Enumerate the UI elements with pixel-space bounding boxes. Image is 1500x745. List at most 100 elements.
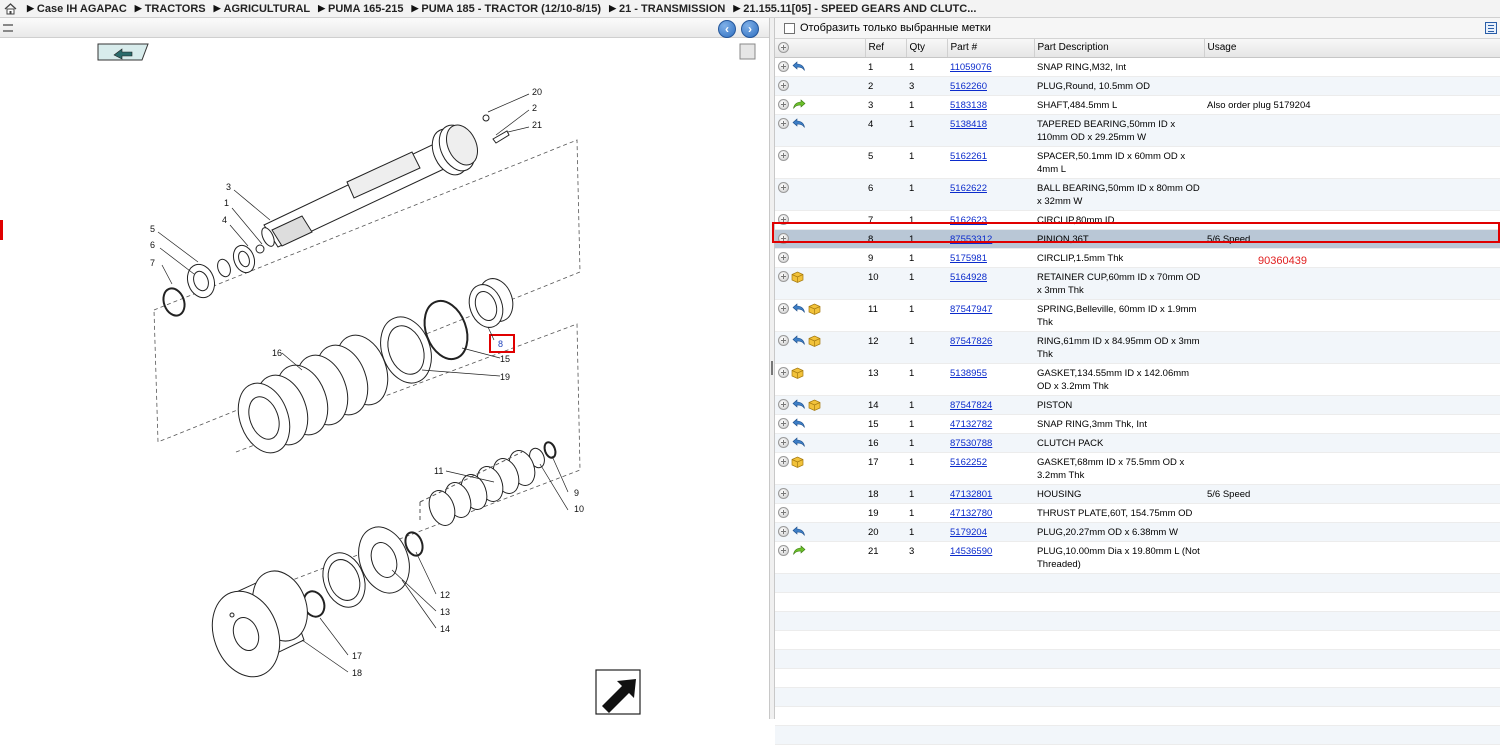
add-to-cart-icon[interactable] [778,182,789,194]
part-number-link[interactable]: 5179204 [950,527,987,538]
previous-page-button[interactable]: ‹ [718,20,736,38]
breadcrumb-item-section[interactable]: ▶ 21 - TRANSMISSION [609,3,725,15]
part-number-link[interactable]: 47132782 [950,419,992,430]
expand-all-icon[interactable] [778,42,789,54]
add-to-cart-icon[interactable] [778,214,789,226]
add-to-cart-icon[interactable] [778,437,789,449]
part-number-link[interactable]: 87547824 [950,400,992,411]
package-icon[interactable] [808,335,821,347]
breadcrumb-item-page[interactable]: ▶ 21.155.11[05] - SPEED GEARS AND CLUTC..… [733,3,976,15]
table-row[interactable]: 10 1 5164928 RETAINER CUP,60mm ID x 70mm OD… [775,267,1500,300]
list-view-icon[interactable] [1485,22,1497,34]
diagram-nav-tile-icon[interactable] [97,43,149,61]
table-row[interactable]: 8 1 87553312 PINION,36T 5/6 Speed [775,229,1500,249]
add-to-cart-icon[interactable] [778,118,789,130]
add-to-cart-icon[interactable] [778,303,789,315]
table-row[interactable]: 21 3 14536590 PLUG,10.00mm Dia x 19.80mm L … [775,541,1500,574]
undo-icon[interactable] [792,437,806,448]
splitter-grip-icon[interactable] [771,361,773,375]
package-icon[interactable] [791,271,804,283]
table-row[interactable]: 16 1 87530788 CLUTCH PACK [775,433,1500,453]
part-number-link[interactable]: 5162623 [950,215,987,226]
add-to-cart-icon[interactable] [778,150,789,162]
toolbar-grip-icon[interactable] [3,24,13,32]
part-number-link[interactable]: 5162252 [950,457,987,468]
add-to-cart-icon[interactable] [778,488,789,500]
part-number-link[interactable]: 5138418 [950,119,987,130]
table-row[interactable]: 2 3 5162260 PLUG,Round, 10.5mm OD [775,76,1500,96]
undo-icon[interactable] [792,335,806,346]
part-number-link[interactable]: 11059076 [950,62,992,73]
header-usage[interactable]: Usage [1204,39,1500,58]
breadcrumb-item-model[interactable]: ▶ PUMA 185 - TRACTOR (12/10-8/15) [411,3,601,15]
breadcrumb-item-tractors[interactable]: ▶ TRACTORS [135,3,206,15]
part-number-link[interactable]: 14536590 [950,546,992,557]
package-icon[interactable] [791,456,804,468]
undo-icon[interactable] [792,118,806,129]
header-part-number[interactable]: Part # [947,39,1035,58]
part-number-link[interactable]: 5162622 [950,183,987,194]
table-row[interactable]: 19 1 47132780 THRUST PLATE,60T, 154.75mm OD [775,503,1500,523]
breadcrumb-item-series[interactable]: ▶ PUMA 165-215 [318,3,403,15]
part-number-link[interactable]: 87547826 [950,336,992,347]
part-number-link[interactable]: 5175981 [950,253,987,264]
package-icon[interactable] [808,303,821,315]
add-to-cart-icon[interactable] [778,80,789,92]
table-row[interactable]: 3 1 5183138 SHAFT,484.5mm L Also order plug … [775,95,1500,115]
package-icon[interactable] [808,399,821,411]
table-row[interactable]: 13 1 5138955 GASKET,134.55mm ID x 142.06mm … [775,363,1500,396]
breadcrumb-item-brand[interactable]: ▶ Case IH AGAPAC [27,3,127,15]
undo-icon[interactable] [792,526,806,537]
add-to-cart-icon[interactable] [778,545,789,557]
undo-icon[interactable] [792,399,806,410]
package-icon[interactable] [791,367,804,379]
part-number-link[interactable]: 5164928 [950,272,987,283]
breadcrumb-item-agricultural[interactable]: ▶ AGRICULTURAL [214,3,310,15]
add-to-cart-icon[interactable] [778,418,789,430]
add-to-cart-icon[interactable] [778,456,789,468]
table-row[interactable]: 1 1 11059076 SNAP RING,M32, Int [775,57,1500,77]
part-number-link[interactable]: 87547947 [950,304,992,315]
table-row[interactable]: 6 1 5162622 BALL BEARING,50mm ID x 80mm OD … [775,178,1500,211]
table-row[interactable]: 17 1 5162252 GASKET,68mm ID x 75.5mm OD x 3… [775,452,1500,485]
table-row[interactable]: 9 1 5175981 CIRCLIP,1.5mm Thk [775,248,1500,268]
table-row[interactable]: 4 1 5138418 TAPERED BEARING,50mm ID x 110mm… [775,114,1500,147]
undo-icon[interactable] [792,418,806,429]
table-row[interactable]: 20 1 5179204 PLUG,20.27mm OD x 6.38mm W [775,522,1500,542]
part-number-link[interactable]: 47132780 [950,508,992,519]
part-number-link[interactable]: 47132801 [950,489,992,500]
add-to-cart-icon[interactable] [778,526,789,538]
header-description[interactable]: Part Description [1034,39,1205,58]
add-to-cart-icon[interactable] [778,507,789,519]
zoom-square-icon[interactable] [739,43,756,60]
table-row[interactable]: 12 1 87547826 RING,61mm ID x 84.95mm OD x 3… [775,331,1500,364]
part-number-link[interactable]: 5183138 [950,100,987,111]
add-to-cart-icon[interactable] [778,399,789,411]
next-page-button[interactable]: › [741,20,759,38]
add-to-cart-icon[interactable] [778,367,789,379]
exploded-parts-diagram[interactable]: 3 1 4 5 6 7 20 2 21 8 15 19 16 11 9 10 1… [2,40,766,717]
forward-icon[interactable] [792,545,806,556]
add-to-cart-icon[interactable] [778,335,789,347]
add-to-cart-icon[interactable] [778,252,789,264]
add-to-cart-icon[interactable] [778,233,789,245]
table-row[interactable]: 15 1 47132782 SNAP RING,3mm Thk, Int [775,414,1500,434]
table-row[interactable]: 14 1 87547824 PISTON [775,395,1500,415]
part-number-link[interactable]: 5138955 [950,368,987,379]
header-icons[interactable] [775,39,866,58]
add-to-cart-icon[interactable] [778,271,789,283]
table-row[interactable]: 18 1 47132801 HOUSING 5/6 Speed [775,484,1500,504]
forward-icon[interactable] [792,99,806,110]
add-to-cart-icon[interactable] [778,99,789,111]
header-qty[interactable]: Qty [906,39,948,58]
home-icon[interactable] [1,0,19,17]
table-row[interactable]: 7 1 5162623 CIRCLIP,80mm ID [775,210,1500,230]
undo-icon[interactable] [792,61,806,72]
part-number-link[interactable]: 5162260 [950,81,987,92]
table-row[interactable]: 5 1 5162261 SPACER,50.1mm ID x 60mm OD x 4m… [775,146,1500,179]
show-selected-only-label[interactable]: Отобразить только выбранные метки [800,22,991,34]
part-number-link[interactable]: 5162261 [950,151,987,162]
show-selected-only-checkbox[interactable] [784,22,795,34]
part-number-link[interactable]: 87530788 [950,438,992,449]
next-diagram-tile-icon[interactable] [595,669,641,715]
